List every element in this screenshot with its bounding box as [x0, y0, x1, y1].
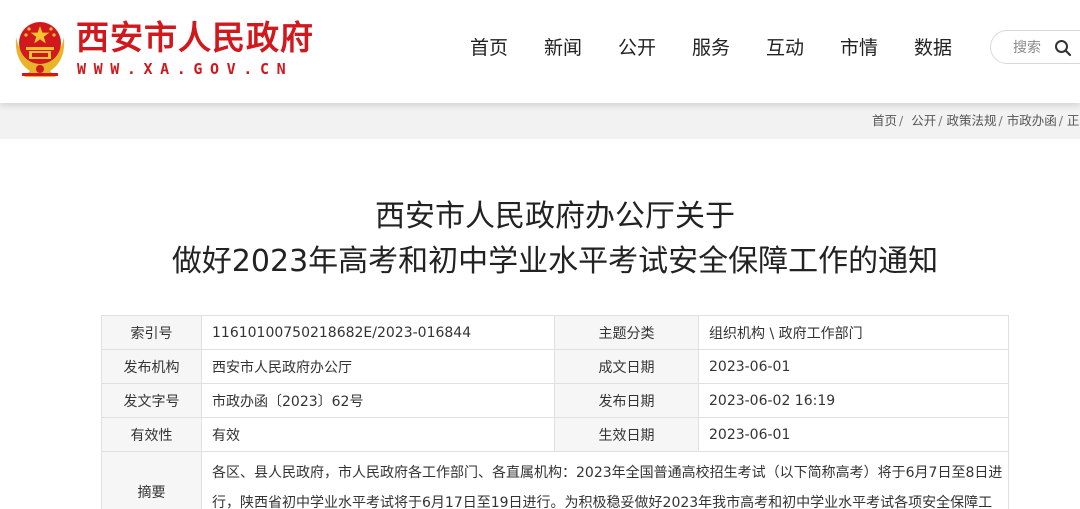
table-row: 发文字号 市政办函〔2023〕62号 发布日期 2023-06-02 16:19 — [101, 383, 1009, 418]
abstract-line-2: 行，陕西省初中学业水平考试将于6月17日至19日进行。为积极稳妥做好2023年我… — [212, 495, 993, 509]
nav-item-home[interactable]: 首页 — [470, 34, 508, 62]
effective-date-label: 生效日期 — [554, 417, 699, 452]
breadcrumb-bar: 首页 / 公开 / 政策法规 / 市政办函 / 正 — [0, 103, 1080, 139]
breadcrumb-municipal-letters[interactable]: 市政办函 — [1007, 113, 1057, 128]
site-url[interactable]: WWW.XA.GOV.CN — [77, 60, 293, 78]
nav-item-data[interactable]: 数据 — [914, 34, 952, 62]
table-row: 索引号 11610100750218682E/2023-016844 主题分类 … — [101, 315, 1009, 350]
effective-date-value: 2023-06-01 — [698, 417, 1009, 452]
search-input[interactable] — [1013, 37, 1053, 59]
index-number-value: 11610100750218682E/2023-016844 — [201, 315, 555, 350]
table-row: 有效性 有效 生效日期 2023-06-01 — [101, 417, 1009, 452]
category-label: 主题分类 — [554, 315, 699, 350]
site-header: 西安市人民政府 WWW.XA.GOV.CN 首页 新闻 公开 服务 互动 市情 … — [0, 0, 1080, 103]
breadcrumb-separator: / — [899, 113, 904, 128]
published-date-label: 发布日期 — [554, 383, 699, 418]
national-emblem-icon[interactable] — [10, 17, 70, 79]
nav-item-interaction[interactable]: 互动 — [766, 34, 804, 62]
index-number-label: 索引号 — [101, 315, 202, 350]
breadcrumb-policies[interactable]: 政策法规 — [946, 113, 996, 128]
breadcrumb-separator: / — [938, 113, 943, 128]
breadcrumb-public[interactable]: 公开 — [911, 113, 936, 128]
validity-label: 有效性 — [101, 417, 202, 452]
validity-value: 有效 — [201, 417, 555, 452]
abstract-value: 各区、县人民政府，市人民政府各工作部门、各直属机构：2023年全国普通高校招生考… — [201, 451, 1009, 509]
breadcrumb-home[interactable]: 首页 — [872, 113, 897, 128]
abstract-label: 摘要 — [101, 451, 202, 509]
table-row: 摘要 各区、县人民政府，市人民政府各工作部门、各直属机构：2023年全国普通高校… — [101, 451, 1009, 509]
search-icon[interactable] — [1053, 38, 1073, 58]
breadcrumb-separator: / — [1058, 113, 1063, 128]
search-box — [990, 30, 1080, 64]
breadcrumb-current[interactable]: 正 — [1067, 113, 1080, 128]
document-number-label: 发文字号 — [101, 383, 202, 418]
breadcrumb-separator: / — [998, 113, 1003, 128]
table-row: 发布机构 西安市人民政府办公厅 成文日期 2023-06-01 — [101, 349, 1009, 384]
nav-item-public[interactable]: 公开 — [618, 34, 656, 62]
published-date-value: 2023-06-02 16:19 — [698, 383, 1009, 418]
nav-item-news[interactable]: 新闻 — [544, 34, 582, 62]
document-title-line-2: 做好2023年高考和初中学业水平考试安全保障工作的通知 — [171, 244, 939, 279]
category-value: 组织机构 \ 政府工作部门 — [698, 315, 1009, 350]
document-number-value: 市政办函〔2023〕62号 — [201, 383, 555, 418]
nav-item-city-info[interactable]: 市情 — [840, 34, 878, 62]
publisher-value: 西安市人民政府办公厅 — [201, 349, 555, 384]
document-info-table: 索引号 11610100750218682E/2023-016844 主题分类 … — [101, 315, 1009, 509]
abstract-line-1: 各区、县人民政府，市人民政府各工作部门、各直属机构：2023年全国普通高校招生考… — [212, 465, 1003, 481]
publisher-label: 发布机构 — [101, 349, 202, 384]
created-date-value: 2023-06-01 — [698, 349, 1009, 384]
document-title-line-1: 西安市人民政府办公厅关于 — [375, 199, 735, 234]
breadcrumb: 首页 / 公开 / 政策法规 / 市政办函 / 正 — [872, 113, 1079, 129]
site-name[interactable]: 西安市人民政府 — [76, 18, 314, 58]
created-date-label: 成文日期 — [554, 349, 699, 384]
nav-item-services[interactable]: 服务 — [692, 34, 730, 62]
